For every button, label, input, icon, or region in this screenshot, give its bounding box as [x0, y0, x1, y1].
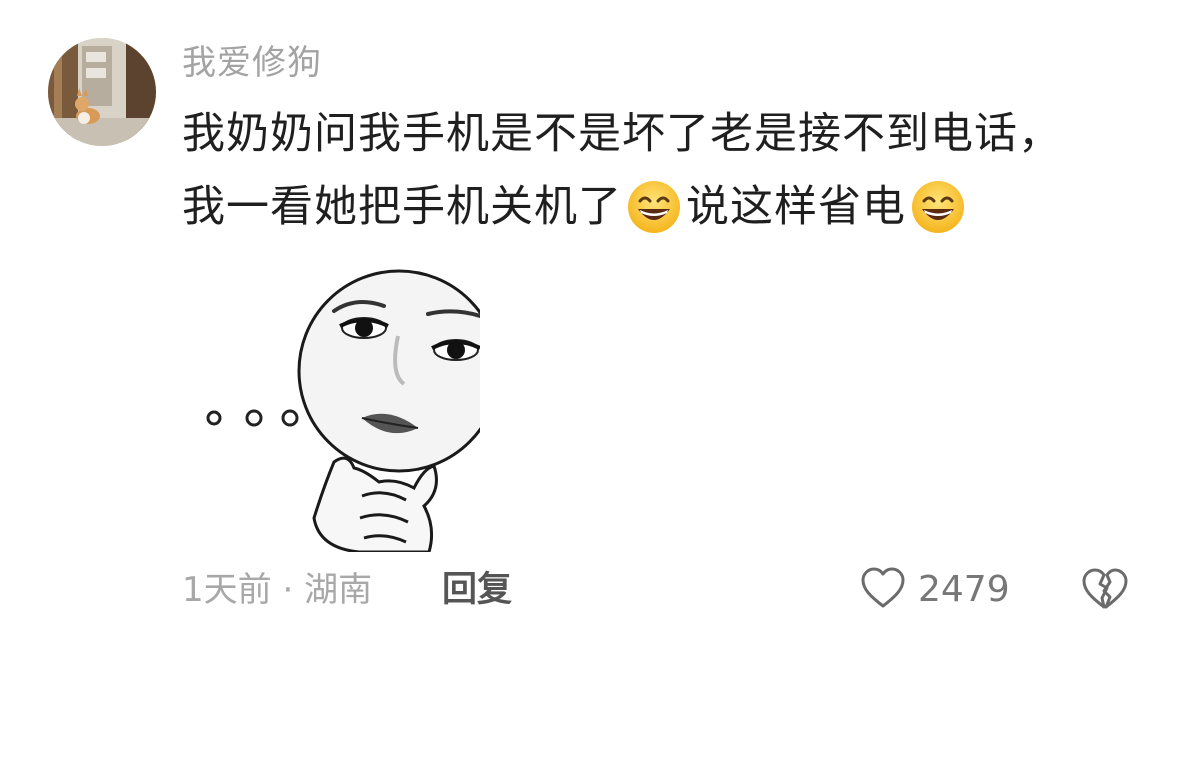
comment-text-segment-2: 说这样省电	[686, 182, 906, 232]
comment-item: 我爱修狗 我奶奶问我手机是不是坏了老是接不到电话， 我一看她把手机关机了 说这样…	[0, 0, 1179, 771]
comment-text-line-1: 我奶奶问我手机是不是坏了老是接不到电话，	[182, 109, 1062, 159]
reply-button[interactable]: 回复	[442, 566, 512, 614]
comment-location: 湖南	[304, 570, 373, 610]
dislike-button[interactable]	[1080, 566, 1128, 614]
corgi-avatar-image	[48, 38, 156, 146]
like-button[interactable]: 2479	[860, 566, 1010, 614]
thinking-face-sticker-image[interactable]	[184, 256, 480, 552]
grinning-face-emoji-icon	[626, 179, 682, 235]
comment-text-segment-1: 我一看她把手机关机了	[182, 182, 622, 232]
comment-time: 1天前	[182, 570, 272, 610]
comment-text-line-2: 我一看她把手机关机了 说这样省电	[182, 177, 970, 237]
heart-icon	[860, 566, 906, 614]
meta-separator: ·	[282, 570, 294, 610]
grinning-face-emoji-icon	[910, 179, 966, 235]
comment-meta: 1天前 · 湖南	[182, 566, 372, 614]
broken-heart-icon	[1080, 568, 1128, 616]
user-avatar[interactable]	[48, 38, 156, 146]
username[interactable]: 我爱修狗	[182, 40, 322, 86]
like-count: 2479	[918, 569, 1010, 610]
